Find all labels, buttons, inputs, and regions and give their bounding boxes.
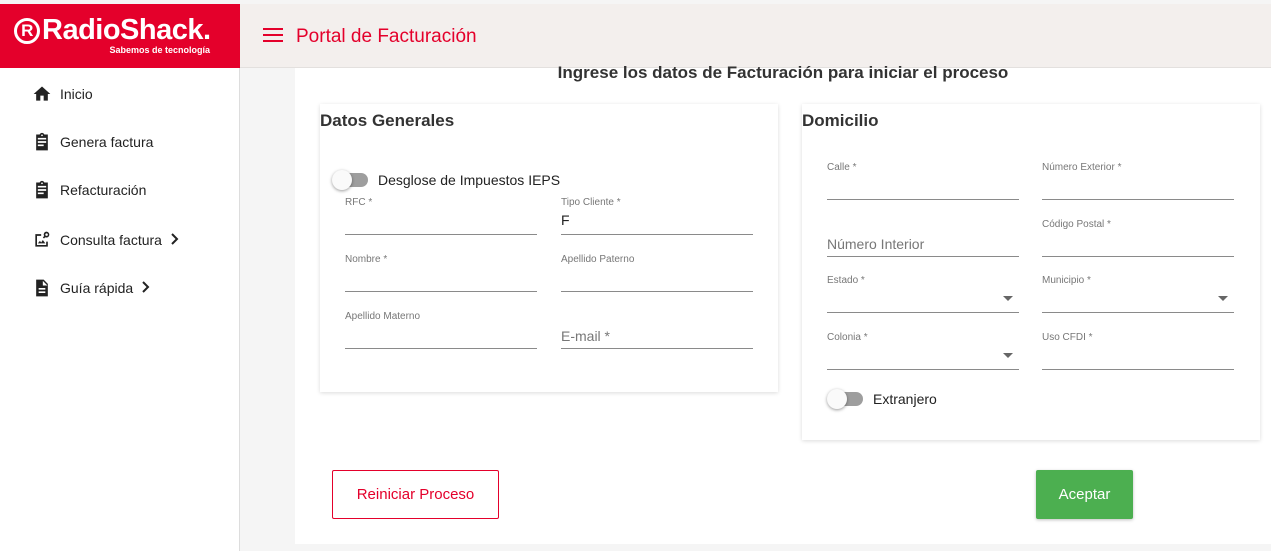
- apellido-paterno-field[interactable]: Apellido Paterno: [561, 254, 753, 292]
- sidebar-item-label: Consulta factura: [60, 232, 162, 248]
- clipboard-icon: [32, 132, 52, 152]
- page-title: Portal de Facturación: [296, 26, 477, 47]
- sidebar-item-inicio[interactable]: Inicio: [32, 82, 93, 106]
- dropdown-caret-icon: [1218, 296, 1228, 301]
- rfc-label: RFC *: [345, 197, 373, 208]
- apellido-materno-field[interactable]: Apellido Materno: [345, 311, 537, 349]
- registered-icon: R: [14, 18, 40, 44]
- sidebar-item-label: Genera factura: [60, 134, 154, 150]
- brand-logo-block: R RadioShack. Sabemos de tecnología: [0, 4, 240, 68]
- tipo-cliente-value: F: [561, 212, 570, 228]
- sidebar-item-label: Inicio: [60, 86, 93, 102]
- chevron-right-icon: [141, 280, 151, 296]
- toggle-thumb: [827, 389, 847, 409]
- radioshack-logo: R RadioShack.: [14, 14, 211, 46]
- sidebar-item-guia-rapida[interactable]: Guía rápida: [32, 276, 151, 300]
- colonia-select[interactable]: Colonia *: [827, 332, 1019, 370]
- top-bar: Portal de Facturación: [240, 4, 1271, 68]
- codigo-postal-label: Código Postal *: [1042, 219, 1111, 230]
- aceptar-button[interactable]: Aceptar: [1036, 470, 1133, 519]
- toggle-thumb: [332, 170, 352, 190]
- home-icon: [32, 84, 52, 104]
- calle-field[interactable]: Calle *: [827, 162, 1019, 200]
- rfc-field[interactable]: RFC *: [345, 197, 537, 235]
- toggle-track[interactable]: [827, 389, 863, 409]
- apellido-paterno-label: Apellido Paterno: [561, 254, 635, 265]
- sidebar-item-genera-factura[interactable]: Genera factura: [32, 130, 153, 154]
- clipboard-icon: [32, 180, 52, 200]
- toggle-track[interactable]: [332, 170, 368, 190]
- municipio-select[interactable]: Municipio *: [1042, 275, 1234, 313]
- chevron-right-icon: [170, 232, 180, 248]
- municipio-label: Municipio *: [1042, 275, 1091, 286]
- hamburger-menu-icon[interactable]: [263, 28, 283, 42]
- extranjero-toggle-label: Extranjero: [873, 391, 937, 407]
- sidebar-item-label: Guía rápida: [60, 280, 134, 296]
- extranjero-toggle[interactable]: Extranjero: [827, 389, 937, 409]
- document-icon: [32, 278, 52, 298]
- email-field[interactable]: E-mail *: [561, 313, 753, 349]
- sidebar-item-consulta-factura[interactable]: Consulta factura: [32, 228, 180, 252]
- reiniciar-proceso-button[interactable]: Reiniciar Proceso: [332, 470, 499, 519]
- apellido-materno-label: Apellido Materno: [345, 311, 421, 322]
- tipo-cliente-field[interactable]: Tipo Cliente * F: [561, 197, 753, 235]
- logo-text: RadioShack.: [42, 14, 211, 46]
- uso-cfdi-field[interactable]: Uso CFDI *: [1042, 332, 1234, 370]
- datos-generales-title: Datos Generales: [320, 111, 455, 130]
- image-search-icon: [32, 230, 52, 250]
- uso-cfdi-label: Uso CFDI *: [1042, 332, 1093, 343]
- numero-exterior-field[interactable]: Número Exterior *: [1042, 162, 1234, 200]
- numero-interior-placeholder: Número Interior: [827, 236, 925, 252]
- nombre-label: Nombre *: [345, 254, 388, 265]
- estado-select[interactable]: Estado *: [827, 275, 1019, 313]
- email-placeholder: E-mail *: [561, 328, 611, 344]
- codigo-postal-field[interactable]: Código Postal *: [1042, 219, 1234, 257]
- domicilio-panel: Domicilio Calle * Número Exterior * Núme…: [802, 104, 1260, 440]
- tipo-cliente-label: Tipo Cliente *: [561, 197, 621, 208]
- sidebar-item-label: Refacturación: [60, 182, 147, 198]
- form-header: Ingrese los datos de Facturación para in…: [557, 63, 1009, 82]
- numero-interior-field[interactable]: Número Interior: [827, 221, 1019, 257]
- numero-exterior-label: Número Exterior *: [1042, 162, 1122, 173]
- sidebar: Inicio Genera factura Refacturación Cons…: [0, 68, 240, 551]
- sidebar-item-refacturacion[interactable]: Refacturación: [32, 178, 146, 202]
- ieps-toggle[interactable]: Desglose de Impuestos IEPS: [332, 170, 561, 190]
- logo-tagline: Sabemos de tecnología: [109, 45, 210, 55]
- ieps-toggle-label: Desglose de Impuestos IEPS: [378, 172, 561, 188]
- datos-generales-panel: Datos Generales Desglose de Impuestos IE…: [320, 104, 778, 392]
- domicilio-title: Domicilio: [802, 111, 879, 130]
- calle-label: Calle *: [827, 162, 857, 173]
- colonia-label: Colonia *: [827, 332, 868, 343]
- dropdown-caret-icon: [1003, 353, 1013, 358]
- estado-label: Estado *: [827, 275, 865, 286]
- nombre-field[interactable]: Nombre *: [345, 254, 537, 292]
- dropdown-caret-icon: [1003, 296, 1013, 301]
